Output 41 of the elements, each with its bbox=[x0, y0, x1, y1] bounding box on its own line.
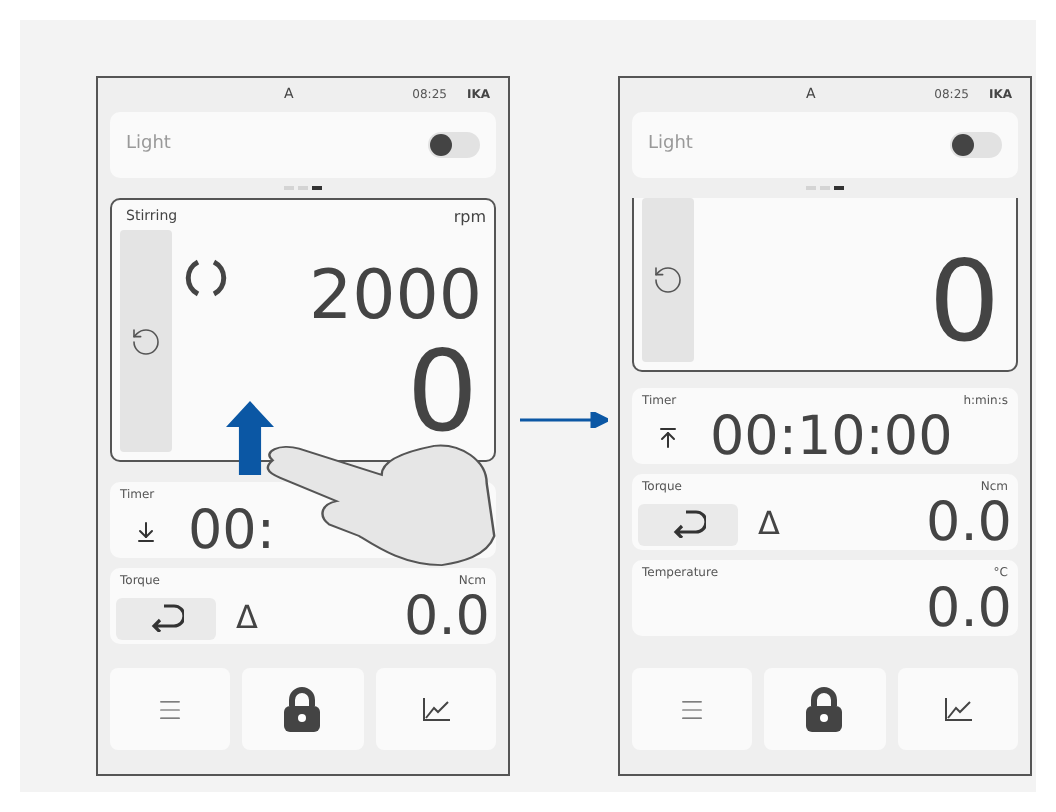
unit-label: rpm bbox=[453, 206, 486, 230]
speed-value: 0 bbox=[928, 246, 1002, 362]
page-indicator[interactable] bbox=[312, 185, 322, 189]
line-chart-icon bbox=[943, 697, 972, 721]
stirring-card[interactable]: 0 bbox=[632, 198, 1018, 372]
swipe-up-arrow-icon bbox=[226, 400, 274, 476]
menu-button[interactable] bbox=[632, 668, 753, 750]
rotate-icon bbox=[130, 325, 162, 357]
light-label: Light bbox=[648, 131, 693, 158]
chart-button[interactable] bbox=[897, 668, 1018, 750]
menu-icon bbox=[678, 695, 707, 723]
lock-button[interactable] bbox=[764, 668, 886, 750]
speed-value: 0 bbox=[406, 336, 480, 452]
timer-value: 00: bbox=[188, 504, 275, 560]
lock-button[interactable] bbox=[242, 668, 364, 750]
light-toggle[interactable] bbox=[428, 132, 480, 158]
spinner-icon bbox=[184, 256, 228, 300]
menu-icon bbox=[156, 695, 185, 723]
tare-button[interactable] bbox=[638, 503, 738, 545]
right-arrow-icon bbox=[520, 412, 608, 428]
page-indicator[interactable] bbox=[834, 185, 844, 189]
temperature-value: 0.0 bbox=[926, 582, 1012, 638]
rotate-icon bbox=[652, 264, 684, 296]
torque-value: 0.0 bbox=[404, 590, 490, 646]
lock-icon bbox=[282, 685, 323, 733]
setpoint-value: 2000 bbox=[308, 256, 484, 336]
return-arrow-icon bbox=[670, 510, 706, 538]
delta-symbol: Δ bbox=[236, 596, 258, 640]
direction-strip[interactable] bbox=[120, 230, 172, 452]
return-arrow-icon bbox=[148, 604, 184, 632]
light-label: Light bbox=[126, 131, 171, 158]
menu-button[interactable] bbox=[110, 668, 231, 750]
lock-icon bbox=[804, 685, 845, 733]
delta-symbol: Δ bbox=[758, 502, 780, 546]
torque-value: 0.0 bbox=[926, 496, 1012, 552]
direction-strip[interactable] bbox=[642, 198, 694, 362]
light-toggle[interactable] bbox=[950, 132, 1002, 158]
tare-button[interactable] bbox=[116, 597, 216, 639]
line-chart-icon bbox=[421, 697, 450, 721]
chart-button[interactable] bbox=[375, 668, 496, 750]
timer-value: 00:10:00 bbox=[710, 410, 953, 466]
